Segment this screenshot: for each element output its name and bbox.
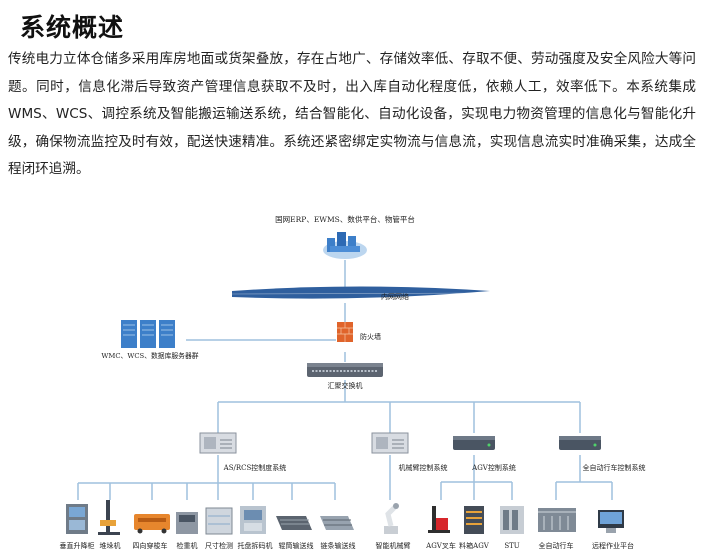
device-label: 尺寸检测 bbox=[205, 541, 233, 550]
controller-agv-label: AGV控制系统 bbox=[471, 463, 516, 472]
agv-forklift-icon bbox=[428, 506, 450, 533]
device-label: 检重机 bbox=[177, 541, 198, 550]
device-label: 垂直升降柜 bbox=[60, 541, 95, 550]
vertical-lift-icon bbox=[66, 504, 88, 534]
intranet-network bbox=[231, 286, 491, 299]
roller-conveyor-icon bbox=[276, 516, 312, 530]
firewall-label: 防火墙 bbox=[360, 332, 381, 341]
device-label: 堆垛机 bbox=[100, 541, 121, 550]
server-group-label: WMC、WCS、数据库服务器群 bbox=[101, 351, 198, 360]
controller-agv-icon bbox=[453, 436, 495, 450]
remote-platform-icon bbox=[598, 510, 624, 533]
device-label: AGV叉车 bbox=[425, 541, 456, 550]
controller-arm-label: 机械臂控制系统 bbox=[399, 463, 448, 472]
chain-conveyor-icon bbox=[320, 516, 354, 530]
device-label: STU bbox=[504, 542, 519, 550]
controller-arm-icon bbox=[371, 432, 409, 454]
switch-icon bbox=[307, 363, 383, 377]
controller-ascs-label: AS/RCS控制度系统 bbox=[223, 463, 287, 472]
firewall-icon bbox=[337, 322, 353, 342]
device-label: 辊筒输送线 bbox=[279, 541, 314, 550]
device-label: 四向穿梭车 bbox=[133, 541, 168, 550]
controller-ascs-icon bbox=[199, 432, 237, 454]
auto-crane-icon bbox=[538, 508, 576, 532]
cloud-platform-icon bbox=[323, 232, 367, 259]
device-labels: 垂直升降柜 堆垛机 四向穿梭车 检重机 尺寸检测 托盘拆码机 辊筒输送线 链条输… bbox=[60, 541, 635, 550]
stacker-crane-icon bbox=[98, 500, 120, 535]
device-label: 链条输送线 bbox=[321, 541, 356, 550]
pallet-machine-icon bbox=[240, 506, 266, 534]
server-group-icon bbox=[121, 320, 175, 348]
controller-auto-label: 全自动行车控制系统 bbox=[583, 463, 646, 472]
intranet-label: 内网网络 bbox=[381, 292, 409, 301]
cloud-platform-label: 国网ERP、EWMS、数供平台、物管平台 bbox=[275, 214, 415, 224]
stu-icon bbox=[500, 506, 524, 534]
device-label: 料箱AGV bbox=[459, 541, 490, 550]
check-weigher-icon bbox=[176, 512, 198, 534]
device-label: 托盘拆码机 bbox=[238, 541, 273, 550]
device-label: 智能机械臂 bbox=[376, 541, 411, 550]
device-label: 全自动行车 bbox=[539, 541, 574, 550]
robot-arm-icon bbox=[384, 503, 399, 534]
device-label: 远程作业平台 bbox=[592, 541, 634, 550]
switch-label: 汇聚交换机 bbox=[328, 381, 363, 390]
bin-agv-icon bbox=[464, 506, 484, 534]
controller-auto-icon bbox=[559, 436, 601, 450]
architecture-diagram: 国网ERP、EWMS、数供平台、物管平台 内网网络 防火墙 WMC、WCS、数据… bbox=[60, 214, 646, 550]
shuttle-car-icon bbox=[134, 514, 170, 534]
size-detector-icon bbox=[205, 507, 233, 535]
